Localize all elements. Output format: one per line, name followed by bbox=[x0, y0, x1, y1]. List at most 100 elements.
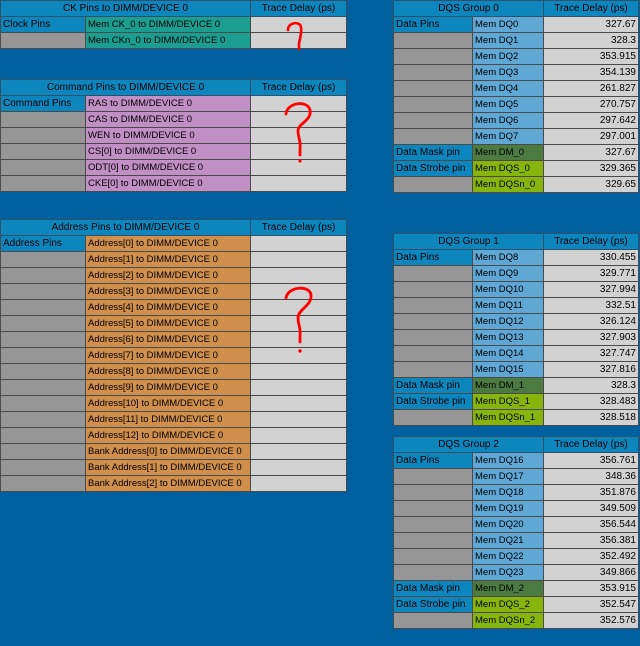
table-row[interactable]: Address[4] to DIMM/DEVICE 0 bbox=[0, 299, 348, 316]
trace-delay-value-cell[interactable]: 329.365 bbox=[543, 160, 639, 177]
trace-delay-value-cell[interactable]: 329.771 bbox=[543, 265, 639, 282]
trace-delay-value-cell[interactable]: 332.51 bbox=[543, 297, 639, 314]
trace-delay-value-cell[interactable] bbox=[250, 111, 348, 128]
trace-delay-value-cell[interactable] bbox=[250, 395, 348, 412]
table-row[interactable]: Mem DQSn_1 328.518 bbox=[393, 409, 639, 426]
trace-delay-value-cell[interactable] bbox=[250, 379, 348, 396]
table-row[interactable]: Data Pins Mem DQ8 330.455 bbox=[393, 249, 639, 266]
trace-delay-value-cell[interactable]: 297.642 bbox=[543, 112, 639, 129]
table-row[interactable]: Mem DQ17 348.36 bbox=[393, 468, 639, 485]
table-row[interactable]: Mem DQ18 351.876 bbox=[393, 484, 639, 501]
table-row[interactable]: Data Strobe pin Mem DQS_1 328.483 bbox=[393, 393, 639, 410]
table-row[interactable]: CAS to DIMM/DEVICE 0 bbox=[0, 111, 348, 128]
trace-delay-value-cell[interactable]: 328.3 bbox=[543, 32, 639, 49]
table-row[interactable]: Mem DQSn_0 329.65 bbox=[393, 176, 639, 193]
table-row[interactable]: Address Pins Address[0] to DIMM/DEVICE 0 bbox=[0, 235, 348, 252]
trace-delay-value-cell[interactable]: 327.67 bbox=[543, 16, 639, 33]
trace-delay-value-cell[interactable] bbox=[250, 427, 348, 444]
table-row[interactable]: Bank Address[2] to DIMM/DEVICE 0 bbox=[0, 475, 348, 492]
table-row[interactable]: Data Pins Mem DQ16 356.761 bbox=[393, 452, 639, 469]
trace-delay-value-cell[interactable] bbox=[250, 267, 348, 284]
trace-delay-value-cell[interactable]: 354.139 bbox=[543, 64, 639, 81]
table-row[interactable]: Mem DQ6 297.642 bbox=[393, 112, 639, 129]
trace-delay-value-cell[interactable] bbox=[250, 283, 348, 300]
table-row[interactable]: Mem DQ14 327.747 bbox=[393, 345, 639, 362]
table-row[interactable]: Mem DQ12 326.124 bbox=[393, 313, 639, 330]
table-row[interactable]: Mem DQ4 261.827 bbox=[393, 80, 639, 97]
table-row[interactable]: Bank Address[1] to DIMM/DEVICE 0 bbox=[0, 459, 348, 476]
trace-delay-value-cell[interactable] bbox=[250, 315, 348, 332]
trace-delay-value-cell[interactable]: 352.547 bbox=[543, 596, 639, 613]
table-row[interactable]: Command Pins RAS to DIMM/DEVICE 0 bbox=[0, 95, 348, 112]
trace-delay-value-cell[interactable]: 330.455 bbox=[543, 249, 639, 266]
table-row[interactable]: Bank Address[0] to DIMM/DEVICE 0 bbox=[0, 443, 348, 460]
trace-delay-value-cell[interactable] bbox=[250, 127, 348, 144]
trace-delay-value-cell[interactable] bbox=[250, 251, 348, 268]
trace-delay-value-cell[interactable] bbox=[250, 331, 348, 348]
table-row[interactable]: Mem DQ19 349.509 bbox=[393, 500, 639, 517]
table-row[interactable]: Data Strobe pin Mem DQS_0 329.365 bbox=[393, 160, 639, 177]
trace-delay-value-cell[interactable]: 328.518 bbox=[543, 409, 639, 426]
table-row[interactable]: WEN to DIMM/DEVICE 0 bbox=[0, 127, 348, 144]
trace-delay-value-cell[interactable]: 327.67 bbox=[543, 144, 639, 161]
trace-delay-value-cell[interactable]: 328.483 bbox=[543, 393, 639, 410]
trace-delay-value-cell[interactable]: 356.761 bbox=[543, 452, 639, 469]
table-row[interactable]: Mem DQ11 332.51 bbox=[393, 297, 639, 314]
table-row[interactable]: Mem DQ22 352.492 bbox=[393, 548, 639, 565]
table-row[interactable]: Mem DQ13 327.903 bbox=[393, 329, 639, 346]
table-row[interactable]: Address[1] to DIMM/DEVICE 0 bbox=[0, 251, 348, 268]
trace-delay-value-cell[interactable]: 297.001 bbox=[543, 128, 639, 145]
trace-delay-value-cell[interactable] bbox=[250, 143, 348, 160]
trace-delay-value-cell[interactable] bbox=[250, 475, 348, 492]
trace-delay-value-cell[interactable]: 329.65 bbox=[543, 176, 639, 193]
trace-delay-value-cell[interactable]: 353.915 bbox=[543, 580, 639, 597]
table-row[interactable]: CKE[0] to DIMM/DEVICE 0 bbox=[0, 175, 348, 192]
trace-delay-value-cell[interactable]: 349.509 bbox=[543, 500, 639, 517]
table-row[interactable]: Address[3] to DIMM/DEVICE 0 bbox=[0, 283, 348, 300]
trace-delay-value-cell[interactable] bbox=[250, 159, 348, 176]
trace-delay-value-cell[interactable]: 348.36 bbox=[543, 468, 639, 485]
trace-delay-value-cell[interactable]: 356.544 bbox=[543, 516, 639, 533]
table-row[interactable]: Mem DQ15 327.816 bbox=[393, 361, 639, 378]
table-row[interactable]: Data Pins Mem DQ0 327.67 bbox=[393, 16, 639, 33]
table-row[interactable]: Address[10] to DIMM/DEVICE 0 bbox=[0, 395, 348, 412]
trace-delay-value-cell[interactable] bbox=[250, 411, 348, 428]
table-row[interactable]: Data Strobe pin Mem DQS_2 352.547 bbox=[393, 596, 639, 613]
table-row[interactable]: Data Mask pin Mem DM_0 327.67 bbox=[393, 144, 639, 161]
trace-delay-value-cell[interactable] bbox=[250, 299, 348, 316]
trace-delay-value-cell[interactable]: 353.915 bbox=[543, 48, 639, 65]
table-row[interactable]: Mem DQSn_2 352.576 bbox=[393, 612, 639, 629]
table-row[interactable]: Address[12] to DIMM/DEVICE 0 bbox=[0, 427, 348, 444]
table-row[interactable]: Address[8] to DIMM/DEVICE 0 bbox=[0, 363, 348, 380]
table-row[interactable]: Mem DQ1 328.3 bbox=[393, 32, 639, 49]
trace-delay-value-cell[interactable] bbox=[250, 16, 347, 33]
trace-delay-value-cell[interactable] bbox=[250, 347, 348, 364]
trace-delay-value-cell[interactable] bbox=[250, 175, 348, 192]
table-row[interactable]: Mem CKn_0 to DIMM/DEVICE 0 bbox=[0, 32, 347, 49]
trace-delay-value-cell[interactable]: 327.994 bbox=[543, 281, 639, 298]
table-row[interactable]: Clock Pins Mem CK_0 to DIMM/DEVICE 0 bbox=[0, 16, 347, 33]
table-row[interactable]: Mem DQ10 327.994 bbox=[393, 281, 639, 298]
trace-delay-value-cell[interactable] bbox=[250, 459, 348, 476]
table-row[interactable]: Address[2] to DIMM/DEVICE 0 bbox=[0, 267, 348, 284]
table-row[interactable]: Address[7] to DIMM/DEVICE 0 bbox=[0, 347, 348, 364]
trace-delay-value-cell[interactable]: 352.492 bbox=[543, 548, 639, 565]
trace-delay-value-cell[interactable] bbox=[250, 363, 348, 380]
table-row[interactable]: Mem DQ3 354.139 bbox=[393, 64, 639, 81]
table-row[interactable]: Address[11] to DIMM/DEVICE 0 bbox=[0, 411, 348, 428]
trace-delay-value-cell[interactable]: 327.816 bbox=[543, 361, 639, 378]
table-row[interactable]: Mem DQ9 329.771 bbox=[393, 265, 639, 282]
table-row[interactable]: Mem DQ2 353.915 bbox=[393, 48, 639, 65]
trace-delay-value-cell[interactable]: 261.827 bbox=[543, 80, 639, 97]
table-row[interactable]: Address[6] to DIMM/DEVICE 0 bbox=[0, 331, 348, 348]
trace-delay-value-cell[interactable]: 356.381 bbox=[543, 532, 639, 549]
table-row[interactable]: Mem DQ23 349.866 bbox=[393, 564, 639, 581]
table-row[interactable]: CS[0] to DIMM/DEVICE 0 bbox=[0, 143, 348, 160]
table-row[interactable]: Address[5] to DIMM/DEVICE 0 bbox=[0, 315, 348, 332]
trace-delay-value-cell[interactable]: 327.747 bbox=[543, 345, 639, 362]
table-row[interactable]: ODT[0] to DIMM/DEVICE 0 bbox=[0, 159, 348, 176]
table-row[interactable]: Mem DQ7 297.001 bbox=[393, 128, 639, 145]
trace-delay-value-cell[interactable] bbox=[250, 235, 348, 252]
trace-delay-value-cell[interactable]: 270.757 bbox=[543, 96, 639, 113]
trace-delay-value-cell[interactable] bbox=[250, 32, 347, 49]
